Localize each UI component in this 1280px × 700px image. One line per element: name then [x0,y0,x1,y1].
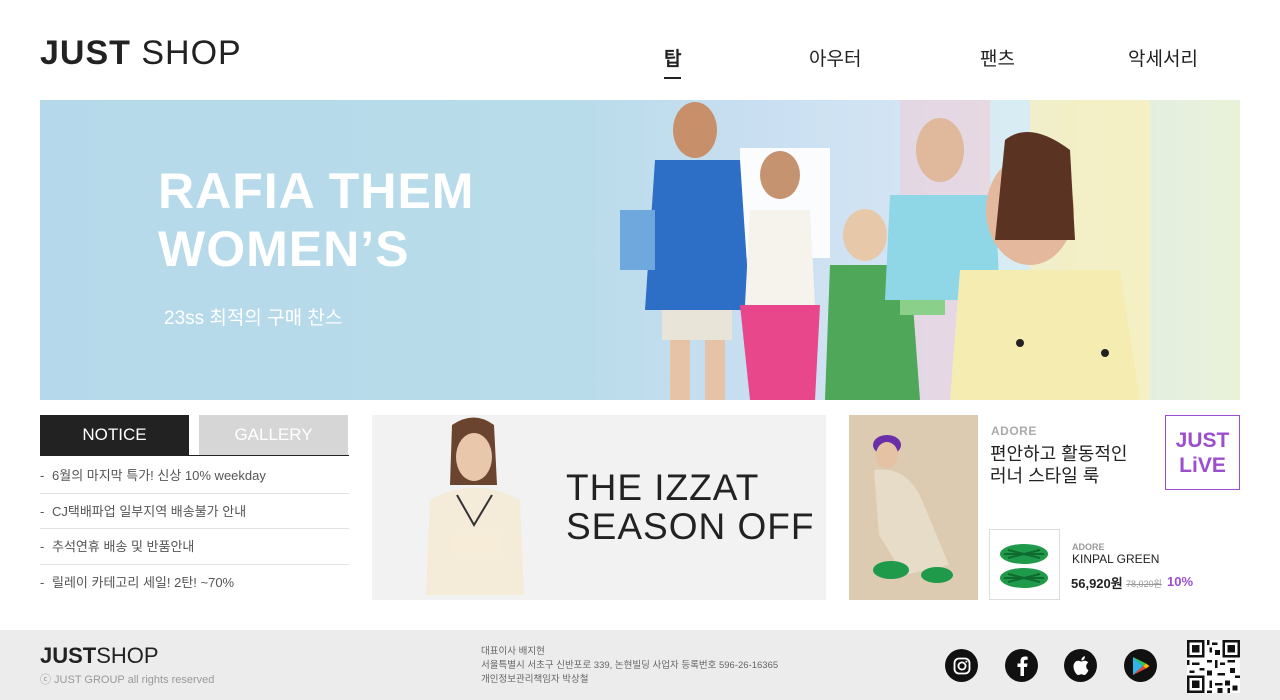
product-name[interactable]: KINPAL GREEN [1072,552,1159,566]
nav-item-pants[interactable]: 팬츠 [980,44,1015,71]
footer-privacy-officer: 개인정보관리책임자 박상철 [481,674,589,685]
apple-icon[interactable] [1064,649,1097,682]
nav-item-accessory[interactable]: 악세서리 [1128,44,1198,71]
product-original-price: 78,020원 [1126,579,1162,589]
hero-title: RAFIA THEM WOMEN’S [158,163,475,277]
nav-item-top[interactable]: 탑 [664,44,682,79]
site-logo[interactable]: JUST SHOP [40,34,242,73]
list-item[interactable]: - 추석연휴 배송 및 반품안내 [40,529,349,565]
hero-banner[interactable]: RAFIA THEM WOMEN’S 23ss 최적의 구매 찬스 [40,100,1240,400]
notice-text: 추석연휴 배송 및 반품안내 [52,539,195,554]
list-item[interactable]: - 릴레이 카테고리 세일! 2탄! ~70% [40,565,349,601]
footer-logo-bold: JUST [40,643,97,668]
list-dash: - [40,539,45,554]
promo-brand: ADORE [991,424,1037,438]
instagram-icon[interactable] [945,649,978,682]
qr-code-icon[interactable] [1187,640,1240,693]
footer: JUSTSHOP ⓒ JUST GROUP all rights reserve… [0,630,1280,700]
list-item[interactable]: -6월의 마지막 특가! 신상 10% weekday [40,458,349,494]
promo-headline[interactable]: 편안하고 활동적인 러너 스타일 룩 [990,443,1127,487]
list-dash: - [40,503,45,519]
just-live-badge[interactable]: JUST LiVE [1165,415,1240,490]
notice-text: CJ택배파업 일부지역 배송불가 안내 [52,503,247,519]
product-discount: 10% [1167,574,1194,589]
runner-style-photo[interactable] [849,415,978,600]
sandal-image [1000,544,1048,588]
footer-company-info: 대표이사 배지현 서울특별시 서초구 신반포로 339, 논현빌딩 사업자 등록… [481,645,778,687]
banner-title-line1: THE IZZAT [566,467,760,508]
logo-bold-text: JUST [40,34,131,72]
notice-text: 릴레이 카테고리 세일! 2탄! ~70% [52,574,235,590]
notice-text: 6월의 마지막 특가! 신상 10% weekday [52,468,266,483]
header: JUST SHOP 탑 아우터 팬츠 악세서리 [0,0,1280,100]
google-play-icon[interactable] [1124,649,1157,682]
list-item[interactable]: - CJ택배파업 일부지역 배송불가 안내 [40,494,349,529]
footer-logo-light: SHOP [96,643,159,668]
footer-ceo: 대표이사 배지현 [481,646,545,657]
logo-light-text: SHOP [141,34,242,72]
hero-subtitle: 23ss 최적의 구매 찬스 [164,308,343,329]
hero-models-image [620,100,1150,400]
facebook-icon[interactable] [1005,649,1038,682]
product-brand: ADORE [1072,542,1105,552]
product-thumbnail[interactable] [989,529,1060,600]
banner-title-line2: SEASON OFF [566,506,815,547]
footer-logo[interactable]: JUSTSHOP [40,643,159,669]
tab-gallery[interactable]: GALLERY [199,415,348,455]
tab-notice[interactable]: NOTICE [40,415,189,455]
notice-list: -6월의 마지막 특가! 신상 10% weekday - CJ택배파업 일부지역… [40,458,349,600]
nav-item-outer[interactable]: 아우터 [809,44,861,71]
footer-address: 서울특별시 서초구 신반포로 339, 논현빌딩 사업자 등록번호 596-26… [481,660,779,671]
list-dash: - [40,468,45,483]
main-nav: 탑 아우터 팬츠 악세서리 [640,44,1240,79]
footer-copyright: ⓒ JUST GROUP all rights reserved [40,674,215,686]
runner-model-image [849,415,978,600]
promo-banner-izzat[interactable]: THE IZZAT SEASON OFF [372,415,826,600]
list-dash: - [40,574,45,590]
banner-model-image [426,417,524,595]
notice-gallery-tabs: NOTICE GALLERY [40,415,349,456]
product-price: 56,920원 [1071,576,1123,591]
